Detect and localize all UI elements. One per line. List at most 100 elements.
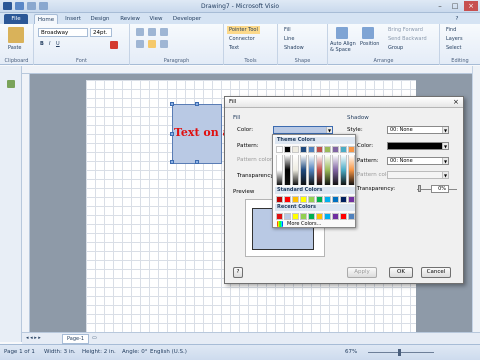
position-icon[interactable] <box>362 27 374 39</box>
minimize-button[interactable]: – <box>433 1 447 11</box>
resize-handle[interactable] <box>170 160 174 164</box>
bring-forward-button[interactable]: Bring Forward <box>388 27 423 33</box>
shadow-color-select[interactable]: ▼ <box>387 142 449 150</box>
align-middle-icon[interactable] <box>148 28 156 36</box>
fill-button[interactable]: Fill <box>284 27 291 33</box>
paste-icon[interactable] <box>8 27 24 43</box>
color-swatch[interactable] <box>316 213 323 220</box>
color-swatch[interactable] <box>348 196 355 203</box>
color-swatch[interactable] <box>284 146 291 153</box>
color-shade-column[interactable] <box>316 155 323 185</box>
align-bottom-icon[interactable] <box>160 28 168 36</box>
shapes-pane[interactable] <box>0 66 22 342</box>
shapes-pane-icon[interactable] <box>7 80 15 88</box>
resize-handle[interactable] <box>195 160 199 164</box>
color-swatch[interactable] <box>340 213 347 220</box>
shadow-pattern-color-select[interactable]: ▼ <box>387 171 449 179</box>
cancel-button[interactable]: Cancel <box>421 267 451 278</box>
align-center-icon[interactable] <box>148 40 156 48</box>
vertical-scrollbar[interactable] <box>472 66 480 332</box>
auto-align-button[interactable]: Auto Align & Space <box>330 41 358 53</box>
tab-home[interactable]: Home <box>34 14 58 24</box>
align-left-icon[interactable] <box>136 40 144 48</box>
align-right-icon[interactable] <box>160 40 168 48</box>
maximize-button[interactable]: □ <box>448 1 462 11</box>
tab-view[interactable]: View <box>146 14 166 24</box>
group-button[interactable]: Group <box>388 45 403 51</box>
connector-button[interactable]: Connector <box>229 36 255 42</box>
color-shade-column[interactable] <box>284 155 291 185</box>
align-top-icon[interactable] <box>136 28 144 36</box>
color-swatch[interactable] <box>276 146 283 153</box>
color-swatch[interactable] <box>276 196 283 203</box>
paste-label[interactable]: Paste <box>8 45 22 51</box>
page-nav-icons[interactable]: ◂ ◂ ▸ ▸ <box>26 335 41 341</box>
color-shade-column[interactable] <box>300 155 307 185</box>
more-colors-link[interactable]: More Colors... <box>287 221 321 227</box>
color-swatch[interactable] <box>292 196 299 203</box>
color-swatch[interactable] <box>308 146 315 153</box>
status-language[interactable]: English (U.S.) <box>150 349 187 355</box>
font-size-select[interactable]: 24pt. <box>90 28 112 37</box>
layers-button[interactable]: Layers <box>446 36 463 42</box>
dialog-close-icon[interactable]: × <box>453 98 459 106</box>
color-shade-column[interactable] <box>276 155 283 185</box>
color-swatch[interactable] <box>340 196 347 203</box>
color-swatch[interactable] <box>284 196 291 203</box>
color-swatch[interactable] <box>340 146 347 153</box>
resize-handle[interactable] <box>170 102 174 106</box>
position-button[interactable]: Position <box>360 41 379 47</box>
color-shade-column[interactable] <box>332 155 339 185</box>
color-swatch[interactable] <box>292 213 299 220</box>
color-swatch[interactable] <box>332 196 339 203</box>
tab-file[interactable]: File <box>4 14 28 24</box>
send-backward-button[interactable]: Send Backward <box>388 36 427 42</box>
color-shade-column[interactable] <box>308 155 315 185</box>
zoom-slider[interactable] <box>368 352 434 353</box>
chevron-down-icon[interactable]: ▼ <box>442 172 448 178</box>
color-swatch[interactable] <box>348 213 355 220</box>
shadow-transparency-thumb[interactable] <box>418 185 421 192</box>
status-page[interactable]: Page 1 of 1 <box>4 349 35 355</box>
select-button[interactable]: Select <box>446 45 461 51</box>
auto-align-icon[interactable] <box>336 27 348 39</box>
zoom-level[interactable]: 67% <box>345 349 357 355</box>
color-swatch[interactable] <box>348 146 355 153</box>
color-swatch[interactable] <box>300 146 307 153</box>
tab-review[interactable]: Review <box>118 14 142 24</box>
close-button[interactable]: × <box>464 1 478 11</box>
chevron-down-icon[interactable]: ▼ <box>326 127 332 133</box>
chevron-down-icon[interactable]: ▼ <box>442 127 448 133</box>
color-swatch[interactable] <box>292 146 299 153</box>
chevron-down-icon[interactable]: ▼ <box>442 143 448 149</box>
page-tab[interactable]: Page-1 <box>62 334 90 344</box>
color-swatch[interactable] <box>276 213 283 220</box>
color-swatch[interactable] <box>324 196 331 203</box>
color-shade-column[interactable] <box>348 155 355 185</box>
color-swatch[interactable] <box>300 213 307 220</box>
tab-insert[interactable]: Insert <box>62 14 84 24</box>
line-button[interactable]: Line <box>284 36 294 42</box>
shadow-transparency-input[interactable]: 0% <box>431 185 449 193</box>
color-shade-column[interactable] <box>340 155 347 185</box>
help-icon[interactable]: ? <box>452 14 462 24</box>
color-swatch[interactable] <box>332 146 339 153</box>
ok-button[interactable]: OK <box>389 267 413 278</box>
insert-page-icon[interactable]: ▭ <box>92 334 97 342</box>
color-swatch[interactable] <box>324 213 331 220</box>
underline-button[interactable]: U <box>56 41 60 47</box>
resize-handle[interactable] <box>195 102 199 106</box>
tab-design[interactable]: Design <box>88 14 112 24</box>
color-swatch[interactable] <box>284 213 291 220</box>
shadow-style-select[interactable]: 00: None ▼ <box>387 126 449 134</box>
apply-button[interactable]: Apply <box>347 267 377 278</box>
font-family-select[interactable]: Broadway <box>38 28 88 37</box>
tab-developer[interactable]: Developer <box>172 14 202 24</box>
color-swatch[interactable] <box>316 146 323 153</box>
pointer-tool-button[interactable]: Pointer Tool <box>227 26 260 34</box>
color-swatch[interactable] <box>308 213 315 220</box>
text-tool-button[interactable]: Text <box>229 45 239 51</box>
italic-button[interactable]: I <box>49 41 50 47</box>
color-shade-column[interactable] <box>324 155 331 185</box>
find-button[interactable]: Find <box>446 27 456 33</box>
